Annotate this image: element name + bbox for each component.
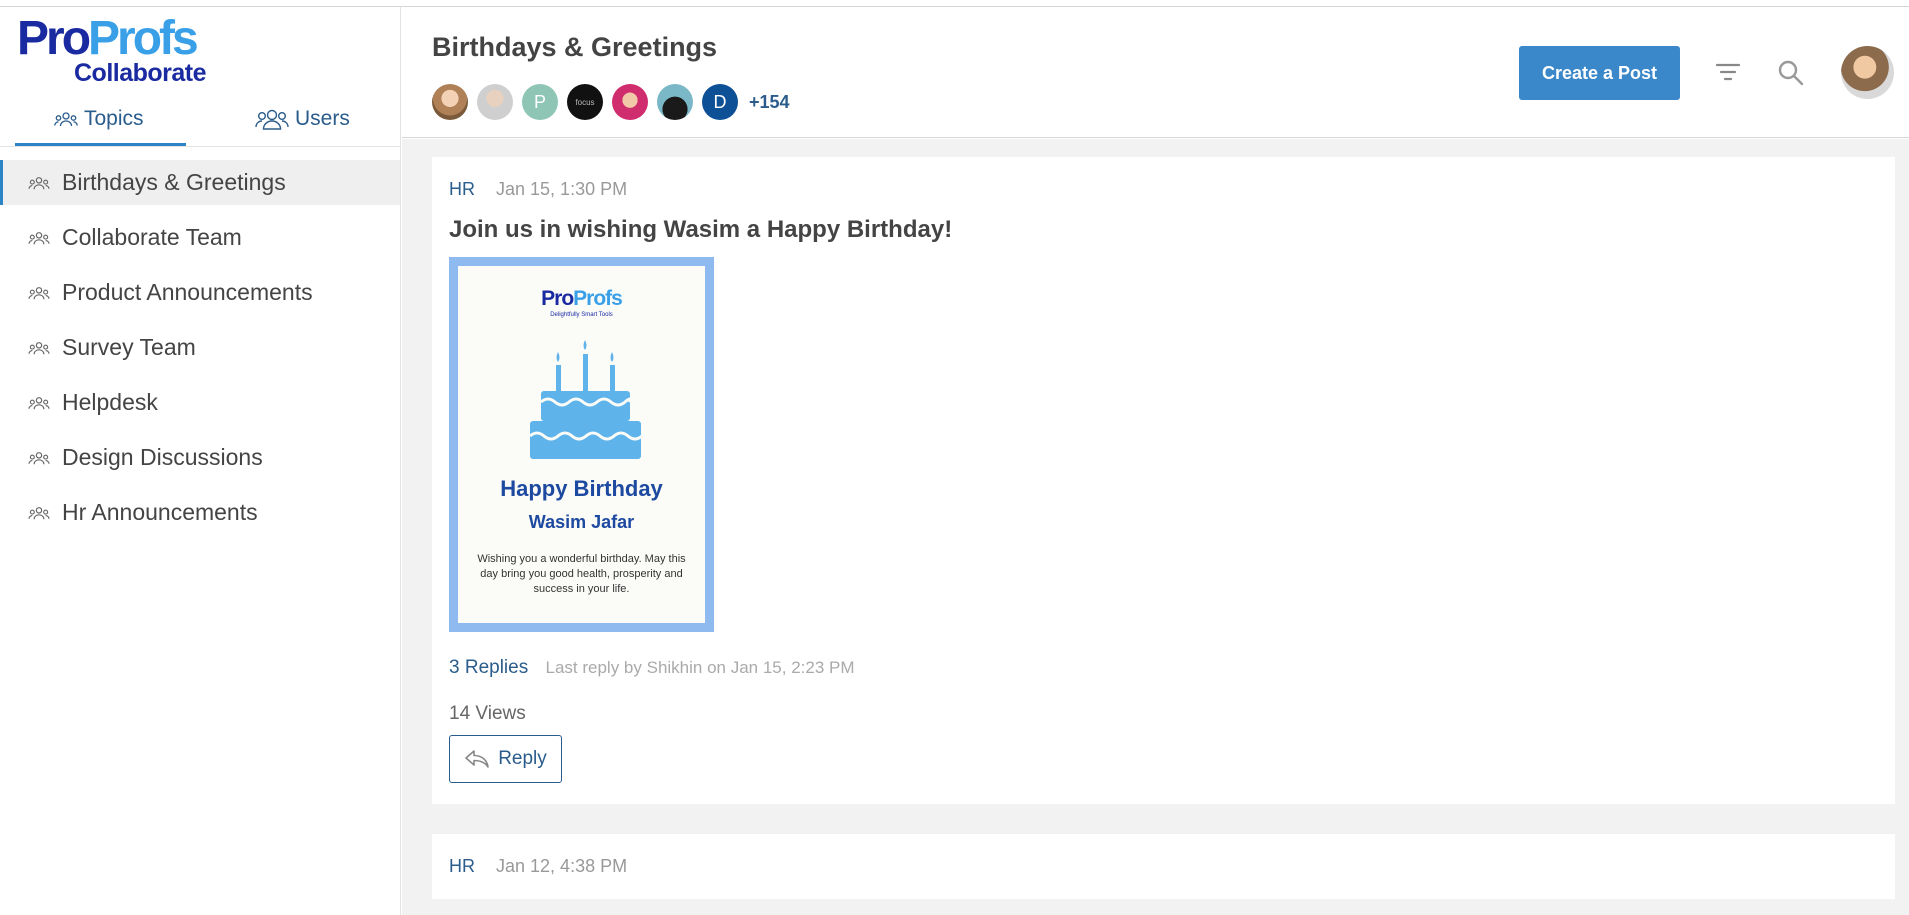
users-group-icon bbox=[54, 112, 78, 127]
filter-icon[interactable] bbox=[1715, 60, 1741, 84]
sidebar-item-survey-team[interactable]: Survey Team bbox=[0, 325, 400, 370]
logo-subtitle: Collaborate bbox=[74, 59, 207, 87]
sidebar-tabs: Topics Users bbox=[0, 92, 400, 147]
post-time: Jan 12, 4:38 PM bbox=[496, 856, 628, 876]
post-title[interactable]: Join us in wishing Wasim a Happy Birthda… bbox=[449, 216, 952, 244]
avatar[interactable]: P bbox=[522, 84, 558, 120]
users-group-icon bbox=[28, 341, 50, 354]
topic-label: Hr Announcements bbox=[62, 499, 258, 525]
tab-users-label: Users bbox=[295, 107, 350, 130]
avatar[interactable] bbox=[432, 84, 468, 120]
avatar[interactable] bbox=[477, 84, 513, 120]
users-group-icon bbox=[28, 286, 50, 299]
post-card: HR Jan 15, 1:30 PM Join us in wishing Wa… bbox=[432, 157, 1895, 804]
birthday-card-body: ProProfs Delightfully Smart Tools Happy … bbox=[458, 266, 705, 623]
cake-icon bbox=[529, 340, 643, 459]
logo-wordmark: ProProfs bbox=[17, 12, 199, 65]
last-reply-info: Last reply by Shikhin on Jan 15, 2:23 PM bbox=[545, 658, 855, 677]
member-avatars[interactable]: P focus D +154 bbox=[432, 84, 790, 120]
topic-label: Survey Team bbox=[62, 334, 196, 360]
reply-button[interactable]: Reply bbox=[449, 735, 562, 783]
sidebar-item-helpdesk[interactable]: Helpdesk bbox=[0, 380, 400, 425]
card-message: Wishing you a wonderful birthday. May th… bbox=[477, 553, 686, 595]
sidebar-item-design-discussions[interactable]: Design Discussions bbox=[0, 435, 400, 480]
sidebar-item-collaborate-team[interactable]: Collaborate Team bbox=[0, 215, 400, 260]
post-meta: HR Jan 15, 1:30 PM bbox=[449, 179, 627, 200]
top-rule bbox=[0, 0, 1909, 7]
card-heading: Happy Birthday bbox=[500, 476, 663, 501]
post-author[interactable]: HR bbox=[449, 856, 475, 876]
post-meta: HR Jan 12, 4:38 PM bbox=[449, 856, 627, 877]
reply-icon bbox=[465, 750, 490, 768]
topic-label: Collaborate Team bbox=[62, 224, 242, 250]
sidebar-item-birthdays-greetings[interactable]: Birthdays & Greetings bbox=[0, 160, 400, 205]
user-avatar[interactable] bbox=[1841, 46, 1894, 99]
posts-feed: HR Jan 15, 1:30 PM Join us in wishing Wa… bbox=[402, 139, 1909, 915]
tab-topics-label: Topics bbox=[84, 107, 144, 130]
page-title: Birthdays & Greetings bbox=[432, 32, 718, 62]
avatar[interactable]: D bbox=[702, 84, 738, 120]
topic-label: Product Announcements bbox=[62, 279, 313, 305]
avatar[interactable] bbox=[612, 84, 648, 120]
sidebar-item-hr-announcements[interactable]: Hr Announcements bbox=[0, 490, 400, 535]
birthday-card-image[interactable]: ProProfs Delightfully Smart Tools Happy … bbox=[449, 257, 714, 632]
users-group-icon bbox=[28, 396, 50, 409]
users-group-icon bbox=[28, 506, 50, 519]
avatar[interactable] bbox=[657, 84, 693, 120]
topic-label: Design Discussions bbox=[62, 444, 263, 470]
users-group-icon bbox=[28, 451, 50, 464]
tab-topics[interactable]: Topics bbox=[54, 104, 144, 134]
topic-label: Helpdesk bbox=[62, 389, 158, 415]
search-icon[interactable] bbox=[1777, 59, 1805, 87]
replies-summary: 3 Replies Last reply by Shikhin on Jan 1… bbox=[449, 657, 855, 679]
replies-count-link[interactable]: 3 Replies bbox=[449, 657, 528, 678]
post-author[interactable]: HR bbox=[449, 179, 475, 199]
users-group-icon bbox=[28, 176, 50, 189]
views-count: 14 Views bbox=[449, 703, 526, 724]
sidebar: ProProfs Collaborate Topics Users Birthd… bbox=[0, 7, 401, 915]
users-icon bbox=[255, 109, 289, 130]
active-tab-indicator bbox=[15, 143, 186, 146]
topic-list: Birthdays & Greetings Collaborate Team P… bbox=[0, 160, 400, 545]
more-members-count[interactable]: +154 bbox=[749, 92, 790, 113]
post-card: HR Jan 12, 4:38 PM bbox=[432, 834, 1895, 899]
sidebar-item-product-announcements[interactable]: Product Announcements bbox=[0, 270, 400, 315]
card-name: Wasim Jafar bbox=[528, 512, 635, 532]
post-time: Jan 15, 1:30 PM bbox=[496, 179, 628, 199]
card-logo: ProProfs bbox=[541, 287, 623, 310]
card-tagline: Delightfully Smart Tools bbox=[550, 312, 613, 318]
users-group-icon bbox=[28, 231, 50, 244]
topic-label: Birthdays & Greetings bbox=[62, 169, 286, 195]
topic-header: Birthdays & Greetings P focus D +154 Cre… bbox=[402, 7, 1909, 138]
tab-users[interactable]: Users bbox=[255, 104, 350, 134]
avatar[interactable]: focus bbox=[567, 84, 603, 120]
reply-label: Reply bbox=[498, 748, 547, 769]
create-post-button[interactable]: Create a Post bbox=[1519, 46, 1680, 100]
proprofs-logo[interactable]: ProProfs Collaborate bbox=[17, 12, 217, 88]
